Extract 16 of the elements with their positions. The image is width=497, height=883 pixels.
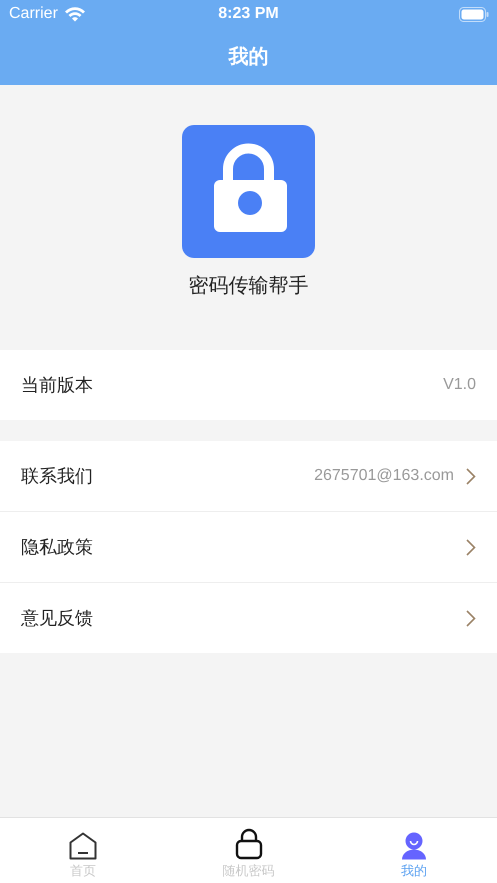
lock-icon xyxy=(234,828,262,860)
carrier-label: Carrier xyxy=(9,5,58,23)
page-title: 我的 xyxy=(228,45,268,70)
row-value: 2675701@163.com xyxy=(314,467,454,485)
settings-row[interactable]: 联系我们 2675701@163.com xyxy=(0,441,497,512)
status-time: 8:23 PM xyxy=(218,5,279,23)
battery-icon xyxy=(459,6,489,22)
settings-row-text: 当前版本 V1.0 xyxy=(20,374,477,397)
row-value: V1.0 xyxy=(443,376,476,394)
app-name: 密码传输帮手 xyxy=(188,274,308,299)
person-icon xyxy=(401,832,428,860)
app-icon xyxy=(182,125,315,258)
wifi-icon xyxy=(64,6,86,22)
home-icon xyxy=(68,832,97,860)
settings-row[interactable]: 意见反馈 xyxy=(0,583,497,653)
settings-row[interactable]: 隐私政策 xyxy=(0,512,497,583)
